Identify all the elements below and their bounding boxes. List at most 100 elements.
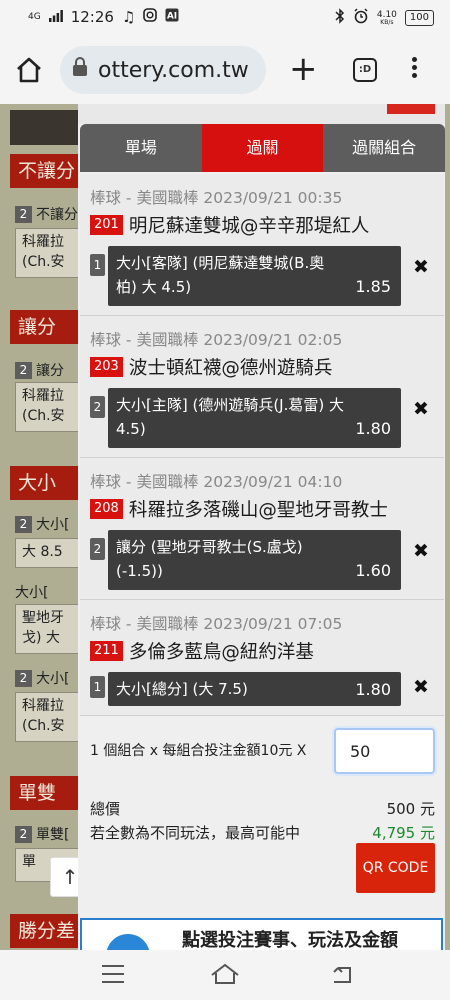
url-bar[interactable]: ottery.com.tw <box>60 46 266 94</box>
browser-menu-button[interactable] <box>409 54 419 86</box>
bet-multiplier-input[interactable] <box>334 728 435 774</box>
bg-market-row[interactable]: 2 大小[ <box>15 514 69 534</box>
game-number-badge: 201 <box>90 215 123 235</box>
bet-match: 211 多倫多藍鳥@紐約洋基 <box>90 638 314 664</box>
bg-section-title: 單雙 <box>10 776 80 810</box>
bet-match: 201 明尼蘇達雙城@辛辛那堤紅人 <box>90 212 369 238</box>
bg-section-title: 不讓分 <box>10 154 80 188</box>
selection-box: 讓分 (聖地牙哥教士(S.盧戈) (-1.5)) 1.60 <box>108 530 401 590</box>
network-unit: KB/s <box>380 18 394 26</box>
bg-section-title: 大小 <box>10 466 80 500</box>
back-nav-button[interactable] <box>330 964 354 990</box>
bg-selection-box[interactable]: 科羅拉(Ch.安 <box>15 382 80 432</box>
signal-icon <box>48 8 63 26</box>
bet-item: 棒球 - 美國職棒 2023/09/21 04:10 208 科羅拉多落磯山@聖… <box>80 458 444 600</box>
instagram-icon <box>143 8 158 26</box>
url-text: ottery.com.tw <box>98 57 249 83</box>
bg-market-row[interactable]: 2 單雙[ <box>15 824 69 844</box>
selection-odds: 1.60 <box>355 561 391 580</box>
close-icon: ✖ <box>413 256 429 278</box>
bet-meta: 棒球 - 美國職棒 2023/09/21 00:35 <box>90 189 343 207</box>
panel-header-strip <box>78 104 445 124</box>
svg-text:AI: AI <box>167 12 177 22</box>
tab-single[interactable]: 單場 <box>80 124 202 172</box>
music-icon: ♫ <box>121 8 136 26</box>
qr-code-button[interactable]: QR CODE <box>356 843 435 893</box>
match-title: 多倫多藍鳥@紐約洋基 <box>128 642 314 663</box>
game-number-badge: 208 <box>90 499 123 519</box>
cart-tabs: 單場 過關 過關組合 <box>80 124 445 172</box>
selection-number: 1 <box>90 254 105 276</box>
selection-text: 大小[總分] (大 7.5) <box>116 680 248 698</box>
selection-text: 大小[客隊] (明尼蘇達雙城(B.奧柏) 大 4.5) <box>116 254 325 296</box>
more-vert-icon <box>409 57 419 78</box>
signal-label: 4G <box>28 11 41 22</box>
remove-bet-button[interactable]: ✖ <box>413 676 429 698</box>
tab-parlay[interactable]: 過關 <box>201 124 324 172</box>
panel-close-button[interactable] <box>387 104 435 114</box>
recent-apps-icon <box>102 965 124 983</box>
bet-meta: 棒球 - 美國職棒 2023/09/21 02:05 <box>90 331 343 349</box>
tab-switcher-button[interactable]: :D <box>353 58 377 82</box>
new-tab-button[interactable]: + <box>289 49 318 89</box>
plus-icon: + <box>289 49 318 89</box>
home-button[interactable] <box>15 56 43 84</box>
selection-odds: 1.80 <box>355 419 391 438</box>
browser-toolbar: ottery.com.tw + :D <box>0 36 450 104</box>
selection-number: 1 <box>90 676 105 698</box>
cart-summary: 1 個組合 x 每組合投注金額10元 X 總價 500 元 若全數為不同玩法，最… <box>78 716 445 950</box>
remove-bet-button[interactable]: ✖ <box>413 540 429 562</box>
status-bar: 4G 12:26 ♫ AI 4.10 KB/s 100 <box>0 0 450 36</box>
selection-number: 2 <box>90 396 105 418</box>
back-icon <box>333 967 351 983</box>
close-icon: ✖ <box>413 676 429 698</box>
selection-text: 大小[主隊] (德州遊騎兵(J.葛雷) 大 4.5) <box>116 396 344 438</box>
selection-odds: 1.80 <box>355 680 391 699</box>
tab-switcher-icon: :D <box>358 64 372 75</box>
bg-selection-box[interactable]: 科羅拉(Ch.安 <box>15 228 80 278</box>
clock-time: 12:26 <box>70 8 114 26</box>
recent-apps-button[interactable] <box>102 965 124 989</box>
bg-selection-box[interactable]: 大 8.5 <box>15 538 80 568</box>
battery-indicator: 100 <box>404 10 434 26</box>
home-nav-icon <box>211 963 239 984</box>
background-header-bar <box>10 110 80 145</box>
max-payout-label: 若全數為不同玩法，最高可能中 <box>90 824 301 842</box>
bg-market-row[interactable]: 2 不讓分 <box>15 204 78 224</box>
bg-selection-box[interactable]: 科羅拉(Ch.安 <box>15 692 80 742</box>
system-nav-bar <box>0 950 450 1000</box>
banner-text: 點選投注賽事、玩法及金額 <box>182 930 398 950</box>
bet-match: 208 科羅拉多落磯山@聖地牙哥教士 <box>90 496 388 522</box>
combo-description: 1 個組合 x 每組合投注金額10元 X <box>90 743 307 759</box>
close-icon: ✖ <box>413 540 429 562</box>
bg-market-row[interactable]: 2 讓分 <box>15 360 64 380</box>
bet-item: 棒球 - 美國職棒 2023/09/21 02:05 203 波士頓紅襪@德州遊… <box>80 316 444 458</box>
remove-bet-button[interactable]: ✖ <box>413 398 429 420</box>
bg-selection-box[interactable]: 聖地牙戈) 大 <box>15 604 80 654</box>
selection-number: 2 <box>90 538 105 560</box>
total-value: 500 元 <box>386 800 435 818</box>
info-icon <box>106 934 150 950</box>
match-title: 科羅拉多落磯山@聖地牙哥教士 <box>128 500 388 521</box>
close-icon: ✖ <box>413 398 429 420</box>
remove-bet-button[interactable]: ✖ <box>413 256 429 278</box>
match-title: 波士頓紅襪@德州遊騎兵 <box>128 358 333 379</box>
selection-box: 大小[主隊] (德州遊騎兵(J.葛雷) 大 4.5) 1.80 <box>108 388 401 448</box>
selection-box: 大小[客隊] (明尼蘇達雙城(B.奧柏) 大 4.5) 1.85 <box>108 246 401 306</box>
bluetooth-icon <box>335 8 345 28</box>
match-title: 明尼蘇達雙城@辛辛那堤紅人 <box>128 216 370 237</box>
ai-app-icon: AI <box>165 8 179 26</box>
alarm-icon <box>353 8 369 28</box>
tab-parlay-combo[interactable]: 過關組合 <box>323 124 445 172</box>
total-label: 總價 <box>90 800 121 818</box>
max-payout-value: 4,795 元 <box>372 824 435 842</box>
game-number-badge: 203 <box>90 357 123 377</box>
home-nav-button[interactable] <box>210 962 240 990</box>
bg-section-title: 讓分 <box>10 310 80 344</box>
bet-meta: 棒球 - 美國職棒 2023/09/21 07:05 <box>90 615 343 633</box>
arrow-up-icon: ↑ <box>61 865 79 889</box>
selection-box: 大小[總分] (大 7.5) 1.80 <box>108 672 401 706</box>
bg-market-row[interactable]: 大小[ <box>15 582 48 602</box>
bet-cart-panel: 單場 過關 過關組合 棒球 - 美國職棒 2023/09/21 00:35 20… <box>78 104 445 950</box>
bg-market-row[interactable]: 2 大小[ <box>15 668 69 688</box>
